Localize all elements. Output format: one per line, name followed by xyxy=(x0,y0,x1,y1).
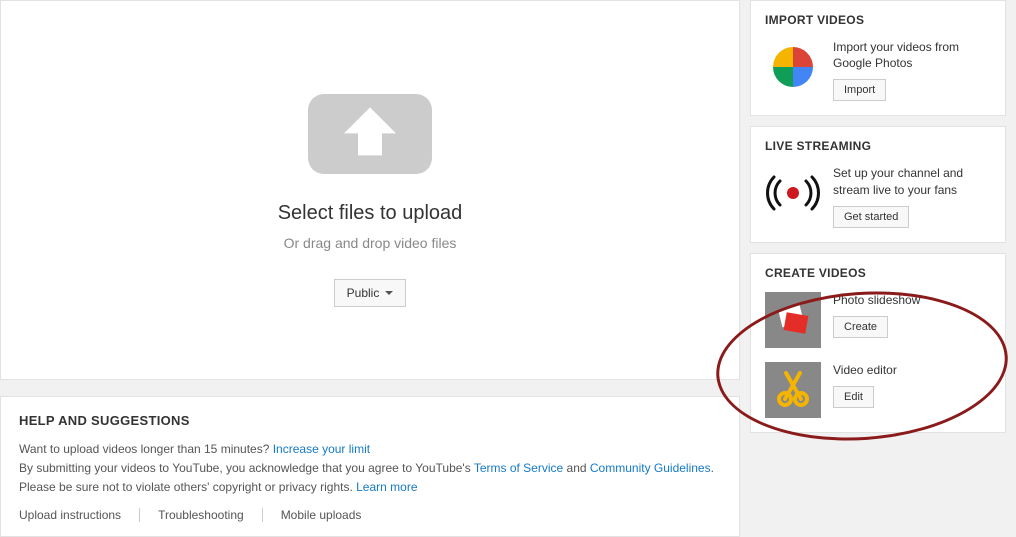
edit-video-button[interactable]: Edit xyxy=(833,386,874,408)
get-started-button[interactable]: Get started xyxy=(833,206,909,228)
divider xyxy=(262,508,263,522)
help-body: Want to upload videos longer than 15 min… xyxy=(19,440,721,498)
help-line1-prefix: Want to upload videos longer than 15 min… xyxy=(19,442,273,456)
help-panel: HELP AND SUGGESTIONS Want to upload vide… xyxy=(0,396,740,537)
import-button[interactable]: Import xyxy=(833,79,886,101)
google-photos-icon xyxy=(765,39,821,95)
import-heading: IMPORT VIDEOS xyxy=(765,13,991,27)
live-heading: LIVE STREAMING xyxy=(765,139,991,153)
upload-subtitle: Or drag and drop video files xyxy=(284,235,457,251)
live-text: Set up your channel and stream live to y… xyxy=(833,165,991,197)
troubleshooting-link[interactable]: Troubleshooting xyxy=(158,508,244,522)
community-guidelines-link[interactable]: Community Guidelines xyxy=(590,461,711,475)
upload-instructions-link[interactable]: Upload instructions xyxy=(19,508,121,522)
increase-limit-link[interactable]: Increase your limit xyxy=(273,442,370,456)
privacy-label: Public xyxy=(347,286,380,300)
upload-title: Select files to upload xyxy=(278,202,463,225)
video-editor-icon xyxy=(765,362,821,418)
upload-arrow-icon xyxy=(308,94,432,174)
upload-dropzone[interactable]: Select files to upload Or drag and drop … xyxy=(0,0,740,380)
privacy-dropdown[interactable]: Public xyxy=(334,279,407,307)
help-line2-prefix: By submitting your videos to YouTube, yo… xyxy=(19,461,474,475)
slideshow-label: Photo slideshow xyxy=(833,292,991,308)
terms-of-service-link[interactable]: Terms of Service xyxy=(474,461,563,475)
import-videos-card: IMPORT VIDEOS Import your videos from Go… xyxy=(750,0,1006,116)
photo-slideshow-icon xyxy=(765,292,821,348)
video-editor-label: Video editor xyxy=(833,362,991,378)
live-broadcast-icon xyxy=(765,165,821,221)
live-streaming-card: LIVE STREAMING Set up your channel and s… xyxy=(750,126,1006,242)
and-text: and xyxy=(563,461,590,475)
mobile-uploads-link[interactable]: Mobile uploads xyxy=(281,508,362,522)
divider xyxy=(139,508,140,522)
caret-down-icon xyxy=(385,291,393,295)
import-text: Import your videos from Google Photos xyxy=(833,39,991,71)
create-slideshow-button[interactable]: Create xyxy=(833,316,888,338)
help-line3-prefix: Please be sure not to violate others' co… xyxy=(19,480,356,494)
help-heading: HELP AND SUGGESTIONS xyxy=(19,413,721,428)
learn-more-link[interactable]: Learn more xyxy=(356,480,417,494)
create-videos-card: CREATE VIDEOS Photo slideshow Create xyxy=(750,253,1006,433)
create-heading: CREATE VIDEOS xyxy=(765,266,991,280)
